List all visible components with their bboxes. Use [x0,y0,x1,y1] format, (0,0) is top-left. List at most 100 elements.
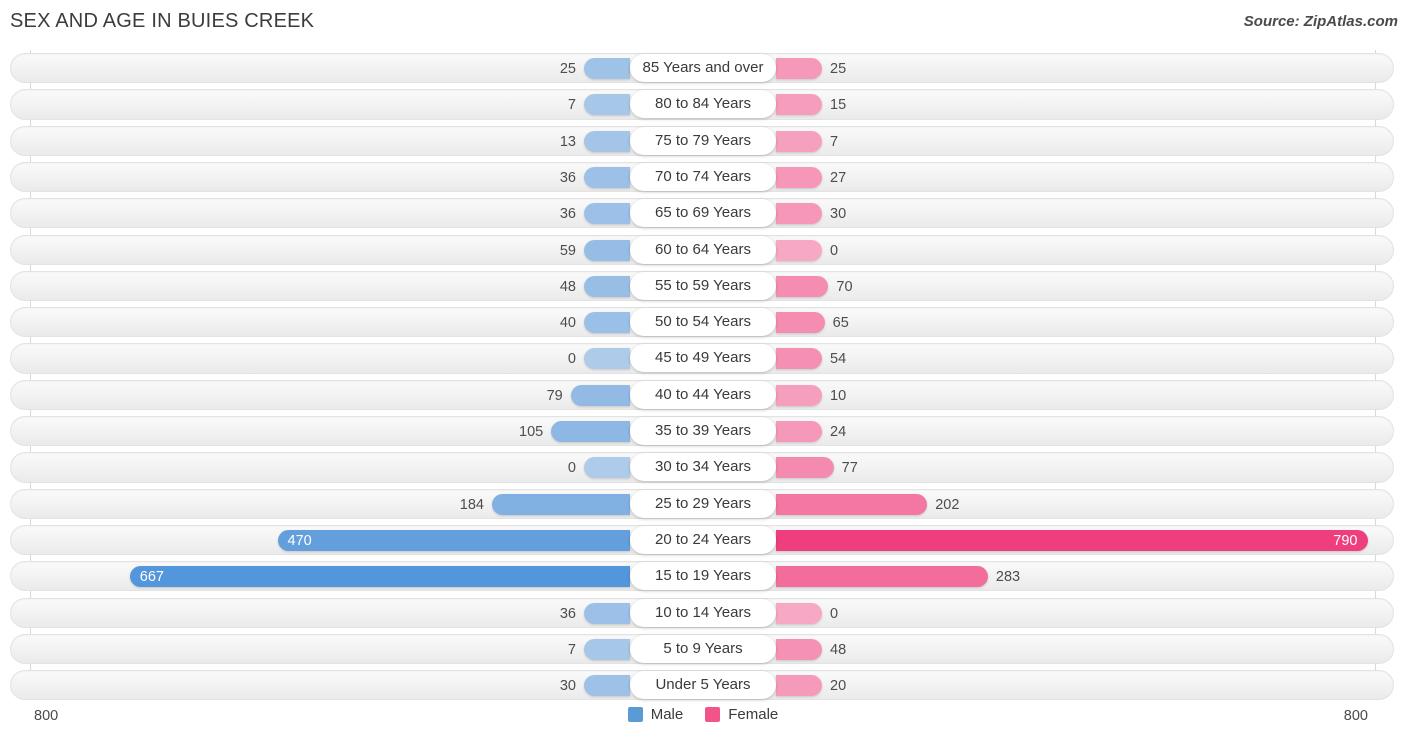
chart-page: SEX AND AGE IN BUIES CREEK Source: ZipAt… [0,0,1406,740]
legend-label-male: Male [650,706,684,723]
table-row[interactable]: 30 20 Under 5 Years [0,667,1406,703]
value-female: 0 [830,605,839,622]
value-female: 77 [841,460,858,477]
bar-male[interactable] [584,239,630,261]
bar-male[interactable] [129,566,630,588]
bar-female[interactable] [776,602,822,624]
table-row[interactable]: 40 65 50 to 54 Years [0,304,1406,340]
value-female: 790 [1333,532,1358,549]
value-male: 40 [559,315,576,332]
value-male: 36 [559,169,576,186]
table-row[interactable]: 79 10 40 to 44 Years [0,377,1406,413]
page-title: SEX AND AGE IN BUIES CREEK [10,10,315,32]
age-group-label: 50 to 54 Years [630,308,776,337]
bar-male[interactable] [492,493,630,515]
bar-female[interactable] [776,130,822,152]
value-male: 30 [559,678,576,695]
value-female: 48 [830,641,847,658]
table-row[interactable]: 36 30 65 to 69 Years [0,195,1406,231]
table-row[interactable]: 59 0 60 to 64 Years [0,232,1406,268]
bar-female[interactable] [776,384,822,406]
table-row[interactable]: 7 15 80 to 84 Years [0,86,1406,122]
bar-female[interactable] [776,675,822,697]
bar-female[interactable] [776,493,928,515]
table-row[interactable]: 7 48 5 to 9 Years [0,631,1406,667]
table-row[interactable]: 184 202 25 to 29 Years [0,486,1406,522]
bar-male[interactable] [584,602,630,624]
age-group-label: Under 5 Years [630,671,776,700]
bar-female[interactable] [776,239,822,261]
value-male: 7 [567,97,576,114]
value-female: 27 [830,169,847,186]
value-female: 54 [830,351,847,368]
legend-item-female[interactable]: Female [705,706,778,723]
table-row[interactable]: 25 25 85 Years and over [0,50,1406,86]
value-male: 13 [559,133,576,150]
bar-male[interactable] [584,203,630,225]
value-female: 202 [935,496,960,513]
table-row[interactable]: 48 70 55 to 59 Years [0,268,1406,304]
table-row[interactable]: 0 77 30 to 34 Years [0,449,1406,485]
value-female: 25 [830,61,847,77]
bar-male[interactable] [584,348,630,370]
value-female: 20 [830,678,847,695]
value-male: 7 [567,641,576,658]
age-group-label: 35 to 39 Years [630,417,776,445]
value-female: 24 [830,424,847,440]
bar-female[interactable] [776,529,1368,551]
bar-male[interactable] [551,421,630,442]
bar-male[interactable] [584,312,630,334]
value-female: 30 [830,206,847,223]
table-row[interactable]: 36 0 10 to 14 Years [0,595,1406,631]
value-female: 70 [836,278,853,295]
bar-female[interactable] [776,348,822,370]
bar-female[interactable] [776,421,822,442]
value-male: 36 [559,206,576,223]
bar-female[interactable] [776,166,822,188]
value-male: 0 [567,460,576,477]
bar-female[interactable] [776,203,822,225]
bar-male[interactable] [584,166,630,188]
table-row[interactable]: 36 27 70 to 74 Years [0,159,1406,195]
value-male: 184 [459,496,484,513]
bar-male[interactable] [584,638,630,660]
bar-female[interactable] [776,94,822,116]
bar-female[interactable] [776,457,834,479]
value-male: 79 [546,387,563,404]
age-group-label: 65 to 69 Years [630,199,776,228]
bar-female[interactable] [776,638,822,660]
table-row[interactable]: 667 283 15 to 19 Years [0,558,1406,594]
bar-female[interactable] [776,58,822,79]
bar-female[interactable] [776,312,825,334]
age-group-label: 80 to 84 Years [630,90,776,119]
value-male: 48 [559,278,576,295]
age-group-label: 45 to 49 Years [630,344,776,373]
value-female: 283 [995,569,1021,586]
bar-male[interactable] [584,675,630,697]
table-row[interactable]: 13 7 75 to 79 Years [0,123,1406,159]
legend-item-male[interactable]: Male [627,706,684,723]
age-group-label: 70 to 74 Years [630,162,776,191]
age-group-label: 25 to 29 Years [630,489,776,518]
bar-male[interactable] [584,58,630,79]
bar-male[interactable] [584,94,630,116]
age-group-label: 55 to 59 Years [630,271,776,300]
value-female: 10 [830,387,847,404]
bar-male[interactable] [570,384,630,406]
bar-male[interactable] [584,457,630,479]
age-group-label: 60 to 64 Years [630,235,776,264]
table-row[interactable]: 470 790 20 to 24 Years [0,522,1406,558]
age-group-label: 85 Years and over [630,54,776,82]
value-male: 59 [559,242,576,259]
bar-male[interactable] [584,275,630,297]
value-male: 667 [139,569,164,586]
table-row[interactable]: 0 54 45 to 49 Years [0,340,1406,376]
table-row[interactable]: 105 24 35 to 39 Years [0,413,1406,449]
bar-female[interactable] [776,566,988,588]
bar-male[interactable] [584,130,630,152]
age-group-label: 30 to 34 Years [630,453,776,482]
value-female: 65 [832,315,849,332]
chart-header: SEX AND AGE IN BUIES CREEK Source: ZipAt… [0,0,1406,46]
value-male: 105 [519,424,544,440]
bar-female[interactable] [776,275,829,297]
